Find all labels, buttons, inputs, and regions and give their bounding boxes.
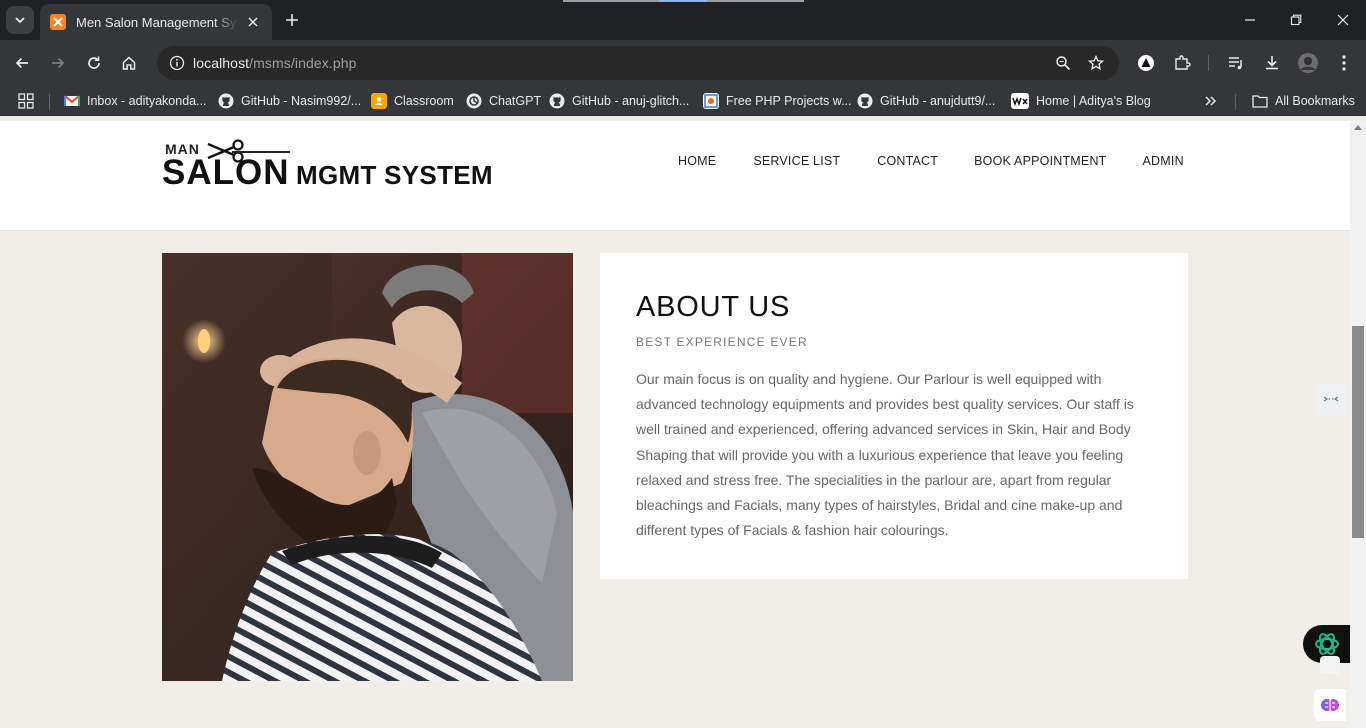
bookmark-github-anuj[interactable]: GitHub - anuj-glitch... [549, 91, 689, 111]
brain-icon [1321, 699, 1339, 711]
bookmark-label: Home | Aditya's Blog [1036, 94, 1151, 108]
extension-a-icon[interactable] [1134, 51, 1158, 75]
bookmarks-divider [1235, 94, 1236, 110]
restore-icon[interactable] [1273, 0, 1319, 40]
logo-salon-text: SALON [162, 153, 290, 192]
bookmark-label: GitHub - Nasim992/... [241, 94, 362, 108]
window-drag-indicator-active [659, 0, 707, 2]
url-text[interactable]: localhost/msms/index.php [193, 55, 356, 71]
window-drag-indicator [563, 0, 659, 2]
about-body: Our main focus is on quality and hygiene… [636, 371, 1134, 539]
site-logo[interactable]: MAN SALON MGMT SYSTEM [162, 139, 502, 193]
window-drag-indicator [707, 0, 804, 2]
github-icon [857, 93, 873, 109]
close-window-icon[interactable] [1320, 0, 1366, 40]
bookmark-label: GitHub - anujdutt9/... [880, 94, 996, 108]
extensions-puzzle-icon[interactable] [1170, 51, 1194, 75]
nav-service-list[interactable]: SERVICE LIST [753, 154, 840, 168]
github-icon [549, 93, 565, 109]
about-card: ABOUT US BEST EXPERIENCE EVER Our main f… [600, 253, 1188, 579]
bookmark-label: GitHub - anuj-glitch... [572, 94, 690, 108]
chevron-down-icon [15, 17, 25, 24]
nav-admin[interactable]: ADMIN [1143, 154, 1184, 168]
bookmark-label: ChatGPT [489, 94, 542, 108]
barber-photo [162, 253, 573, 681]
tab-title: Men Salon Management System [76, 14, 238, 30]
download-icon[interactable] [1260, 51, 1284, 75]
bookmark-classroom[interactable]: Classroom [371, 91, 454, 111]
new-tab-icon[interactable] [282, 10, 302, 30]
all-bookmarks-button[interactable]: All Bookmarks [1252, 91, 1355, 111]
scroll-up-arrow-icon[interactable] [1354, 125, 1362, 130]
all-bookmarks-label: All Bookmarks [1275, 94, 1355, 108]
brain-assistant-button[interactable] [1314, 689, 1346, 721]
collapse-arrows-icon [1323, 396, 1339, 402]
bookmark-aditya-blog[interactable]: Home | Aditya's Blog [1011, 91, 1151, 111]
back-icon[interactable] [8, 49, 36, 77]
side-widget-collapse[interactable] [1315, 383, 1347, 415]
gmail-icon [64, 93, 80, 109]
bookmark-github-nasim[interactable]: GitHub - Nasim992/... [218, 91, 361, 111]
url-path: /msms/index.php [249, 55, 357, 71]
site-info-icon[interactable] [165, 51, 189, 75]
about-title: ABOUT US [636, 291, 791, 323]
address-bar[interactable]: localhost/msms/index.php [157, 46, 1119, 80]
menu-kebab-icon[interactable] [1332, 51, 1356, 75]
chatgpt-icon [466, 93, 482, 109]
more-bookmarks-icon[interactable] [1204, 91, 1218, 111]
bookmark-chatgpt[interactable]: ChatGPT [466, 91, 541, 111]
url-host: localhost [193, 55, 250, 71]
bookmark-gmail[interactable]: Inbox - adityakonda... [64, 91, 207, 111]
bookmark-label: Inbox - adityakonda... [87, 94, 207, 108]
bookmark-free-php[interactable]: Free PHP Projects w... [703, 91, 852, 111]
logo-mgmt-text: MGMT SYSTEM [296, 160, 493, 190]
browser-tab[interactable]: Men Salon Management System [40, 4, 272, 40]
bookmark-label: Classroom [394, 94, 454, 108]
apps-grid-icon[interactable] [18, 91, 34, 111]
bookmark-star-icon[interactable] [1086, 53, 1106, 73]
about-subtitle: BEST EXPERIENCE EVER [636, 335, 808, 349]
scroll-thumb[interactable] [1352, 326, 1364, 538]
minimize-icon[interactable] [1227, 0, 1273, 40]
bookmark-label: Free PHP Projects w... [726, 94, 852, 108]
bookmarks-divider [49, 94, 50, 110]
reload-icon[interactable] [80, 49, 108, 77]
wix-icon [1011, 93, 1029, 109]
mini-badge-icon[interactable] [1320, 656, 1340, 674]
tab-search-button[interactable] [6, 6, 34, 34]
classroom-icon [371, 93, 387, 109]
site-header: MAN SALON MGMT SYSTEM HOME SERVICE LIST … [0, 121, 1350, 231]
profile-avatar[interactable] [1296, 51, 1320, 75]
folder-icon [1252, 93, 1268, 109]
tab-strip: Men Salon Management System [0, 0, 1366, 40]
browser-toolbar: localhost/msms/index.php [0, 40, 1366, 86]
page-scrollbar[interactable] [1350, 121, 1366, 728]
openai-knot-icon [1315, 633, 1339, 655]
media-queue-icon[interactable] [1224, 51, 1248, 75]
page-viewport: MAN SALON MGMT SYSTEM HOME SERVICE LIST … [0, 121, 1350, 728]
bookmarks-bar: Inbox - adityakonda... GitHub - Nasim992… [0, 86, 1366, 116]
bookmark-github-anujdutt[interactable]: GitHub - anujdutt9/... [857, 91, 995, 111]
home-icon[interactable] [115, 49, 143, 77]
forward-icon[interactable] [44, 49, 72, 77]
toolbar-divider [1208, 55, 1209, 71]
nav-contact[interactable]: CONTACT [877, 154, 938, 168]
php-projects-icon [703, 93, 719, 109]
nav-book-appointment[interactable]: BOOK APPOINTMENT [974, 154, 1106, 168]
nav-home[interactable]: HOME [678, 154, 716, 168]
main-nav: HOME SERVICE LIST CONTACT BOOK APPOINTME… [678, 154, 1184, 168]
zoom-icon[interactable] [1053, 53, 1073, 73]
xampp-favicon-icon [50, 14, 66, 30]
tab-close-icon[interactable] [244, 13, 262, 31]
github-icon [218, 93, 234, 109]
